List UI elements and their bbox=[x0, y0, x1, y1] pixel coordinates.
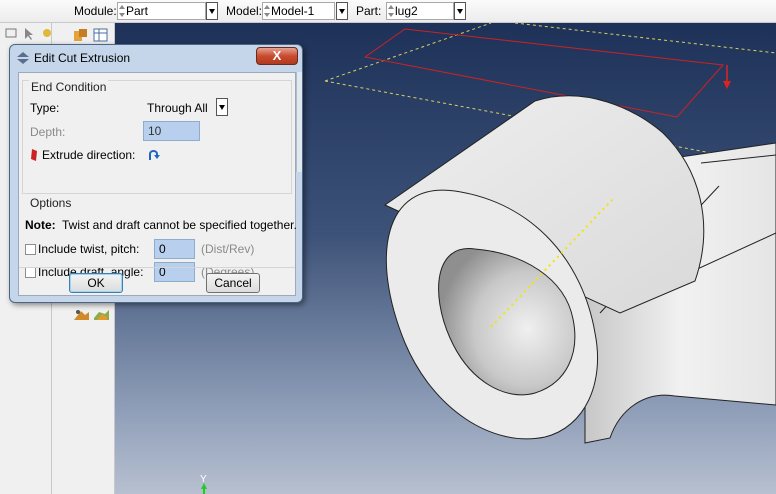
flip-direction-icon[interactable] bbox=[147, 148, 161, 161]
type-label: Type: bbox=[30, 101, 60, 115]
twist-pitch-field[interactable]: 0 bbox=[154, 239, 195, 259]
datum-tools-icon[interactable] bbox=[73, 308, 89, 322]
extrude-direction-icon bbox=[31, 149, 37, 161]
module-dropdown-button[interactable] bbox=[206, 2, 218, 20]
note-prefix: Note: bbox=[25, 218, 56, 232]
edit-cut-extrusion-dialog: Edit Cut Extrusion X End Condition Type:… bbox=[9, 44, 303, 303]
close-icon: X bbox=[272, 48, 282, 63]
model-combo[interactable]: Model-1 bbox=[262, 2, 335, 20]
options-title: Options bbox=[28, 196, 74, 210]
partition-tools-icon[interactable] bbox=[93, 308, 109, 322]
part-combo[interactable]: lug2 bbox=[386, 2, 454, 20]
dialog-titlebar[interactable]: Edit Cut Extrusion X bbox=[10, 45, 302, 71]
include-twist-label: Include twist, pitch: bbox=[38, 242, 140, 256]
module-label: Module: bbox=[74, 4, 117, 18]
module-combo[interactable]: Part bbox=[117, 2, 206, 20]
type-value[interactable]: Through All bbox=[147, 101, 208, 115]
end-condition-title: End Condition bbox=[29, 80, 109, 94]
spin-icon bbox=[119, 5, 125, 17]
module-value: Part bbox=[126, 4, 149, 18]
end-condition-group: End Condition Type: Through All Depth: 1… bbox=[22, 80, 292, 194]
extrude-arrowhead bbox=[723, 81, 731, 89]
sketch-plane-edge bbox=[514, 23, 776, 54]
y-axis-label: Y bbox=[200, 474, 207, 485]
note-text: Twist and draft cannot be specified toge… bbox=[62, 218, 297, 232]
depth-label: Depth: bbox=[30, 125, 66, 139]
twist-unit: (Dist/Rev) bbox=[201, 242, 255, 256]
cancel-button[interactable]: Cancel bbox=[206, 273, 260, 293]
model-label: Model: bbox=[226, 4, 263, 18]
table-icon[interactable] bbox=[93, 28, 109, 42]
draft-angle-field[interactable]: 0 bbox=[154, 262, 195, 282]
part-label: Part: bbox=[356, 4, 382, 18]
spin-icon bbox=[264, 5, 270, 17]
model-value: Model-1 bbox=[271, 4, 315, 18]
tree-icon[interactable] bbox=[4, 27, 20, 41]
part-manager-icon[interactable] bbox=[73, 28, 89, 42]
context-bar: Module: Part Model: Model-1 Part: lug2 bbox=[0, 0, 776, 23]
options-group: Options Note: Twist and draft cannot be … bbox=[22, 196, 297, 282]
part-dropdown-button[interactable] bbox=[454, 2, 466, 20]
include-twist-checkbox[interactable] bbox=[25, 244, 36, 255]
type-dropdown-button[interactable] bbox=[216, 98, 228, 116]
include-draft-checkbox[interactable] bbox=[25, 267, 36, 278]
dialog-title: Edit Cut Extrusion bbox=[34, 51, 131, 65]
dialog-body: End Condition Type: Through All Depth: 1… bbox=[18, 72, 297, 296]
spin-icon bbox=[388, 5, 394, 17]
model-dropdown-button[interactable] bbox=[336, 2, 348, 20]
dialog-scrollbar[interactable] bbox=[296, 72, 302, 172]
light-icon[interactable] bbox=[40, 26, 56, 40]
sketch-plane-edge bbox=[324, 23, 492, 82]
depth-field[interactable]: 10 bbox=[143, 121, 200, 141]
pointer-icon[interactable] bbox=[22, 27, 38, 41]
close-button[interactable]: X bbox=[256, 47, 298, 65]
ok-button[interactable]: OK bbox=[69, 273, 123, 293]
extrude-cut-icon bbox=[17, 52, 29, 64]
button-separator bbox=[19, 267, 295, 268]
extrude-direction-label: Extrude direction: bbox=[42, 148, 136, 162]
part-value: lug2 bbox=[395, 4, 418, 18]
